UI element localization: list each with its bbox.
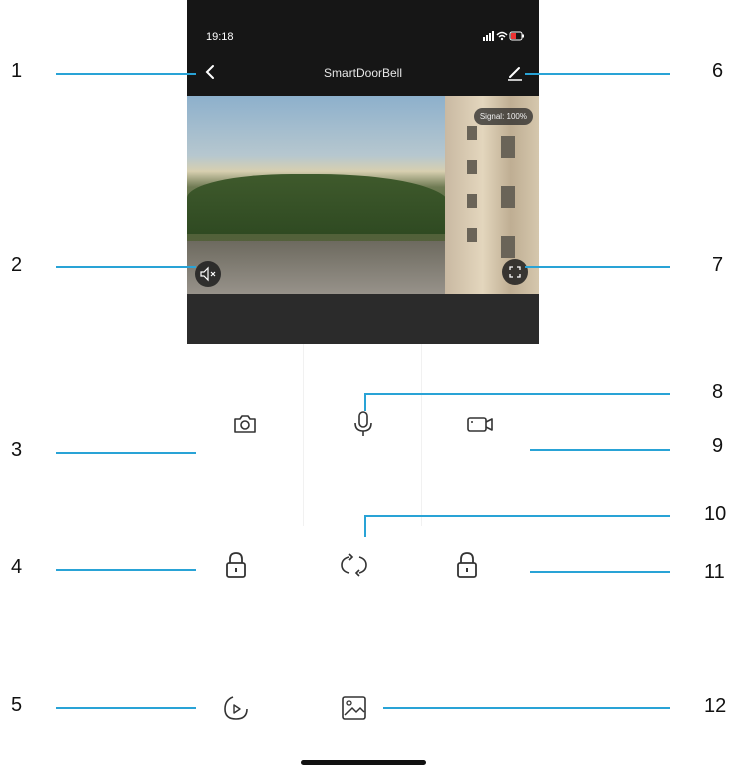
unlock-button-2[interactable] xyxy=(450,548,484,582)
callout-vline-10 xyxy=(364,515,366,537)
callout-line-3 xyxy=(56,452,196,454)
callout-line-6 xyxy=(525,73,670,75)
mute-button[interactable] xyxy=(195,261,221,287)
callout-line-2 xyxy=(56,266,196,268)
callout-vline-8 xyxy=(364,393,366,411)
signal-badge: Signal: 100% xyxy=(473,108,533,125)
status-time: 19:18 xyxy=(206,31,234,43)
control-grid xyxy=(187,344,539,767)
callout-10: 10 xyxy=(704,503,727,525)
talk-button[interactable] xyxy=(346,407,380,441)
live-video-view[interactable]: Signal: 100% xyxy=(187,96,539,294)
callout-line-10 xyxy=(364,515,670,517)
callout-9: 9 xyxy=(712,435,724,457)
speaker-muted-icon xyxy=(200,266,216,282)
gallery-button[interactable] xyxy=(337,691,371,725)
callout-7: 7 xyxy=(712,254,724,276)
callout-2: 2 xyxy=(11,254,23,276)
edit-button[interactable] xyxy=(505,62,525,82)
playback-icon xyxy=(224,696,248,720)
page-title: SmartDoorBell xyxy=(323,66,403,80)
callout-8: 8 xyxy=(712,381,724,403)
refresh-icon xyxy=(341,553,367,577)
gallery-icon xyxy=(342,696,366,720)
screenshot-button[interactable] xyxy=(228,407,262,441)
unlock-button-1[interactable] xyxy=(219,548,253,582)
callout-6: 6 xyxy=(712,60,724,82)
unlock-icon xyxy=(457,552,477,578)
callout-line-11 xyxy=(530,571,670,573)
video-road xyxy=(187,241,449,294)
fullscreen-icon xyxy=(509,266,521,278)
video-bottom-band xyxy=(187,294,539,344)
callout-line-4 xyxy=(56,569,196,571)
callout-5: 5 xyxy=(11,694,23,716)
camera-icon xyxy=(234,415,256,433)
video-trees xyxy=(187,174,449,234)
status-icons xyxy=(483,30,525,45)
callout-line-12 xyxy=(383,707,670,709)
app-header: 19:18 SmartDoorBell xyxy=(187,0,539,96)
callout-line-7 xyxy=(525,266,670,268)
video-record-icon xyxy=(467,417,493,432)
grid-divider xyxy=(303,344,304,526)
callout-3: 3 xyxy=(11,439,23,461)
callout-line-8 xyxy=(364,393,670,395)
status-icons-svg xyxy=(483,31,524,41)
playback-button[interactable] xyxy=(219,691,253,725)
callout-line-5 xyxy=(56,707,196,709)
phone-screen: 19:18 SmartDoorBell Signal: 100% xyxy=(187,0,539,767)
refresh-button[interactable] xyxy=(337,548,371,582)
callout-line-1 xyxy=(56,73,196,75)
callout-line-9 xyxy=(530,449,670,451)
home-indicator xyxy=(301,760,426,765)
callout-12: 12 xyxy=(704,695,727,717)
fullscreen-button[interactable] xyxy=(502,259,528,285)
callout-1: 1 xyxy=(11,60,23,82)
record-button[interactable] xyxy=(463,407,497,441)
unlock-icon xyxy=(226,552,246,578)
callout-4: 4 xyxy=(11,556,23,578)
pencil-icon xyxy=(508,67,522,81)
grid-divider xyxy=(421,344,422,526)
microphone-icon xyxy=(354,411,372,436)
callout-11: 11 xyxy=(704,561,725,583)
